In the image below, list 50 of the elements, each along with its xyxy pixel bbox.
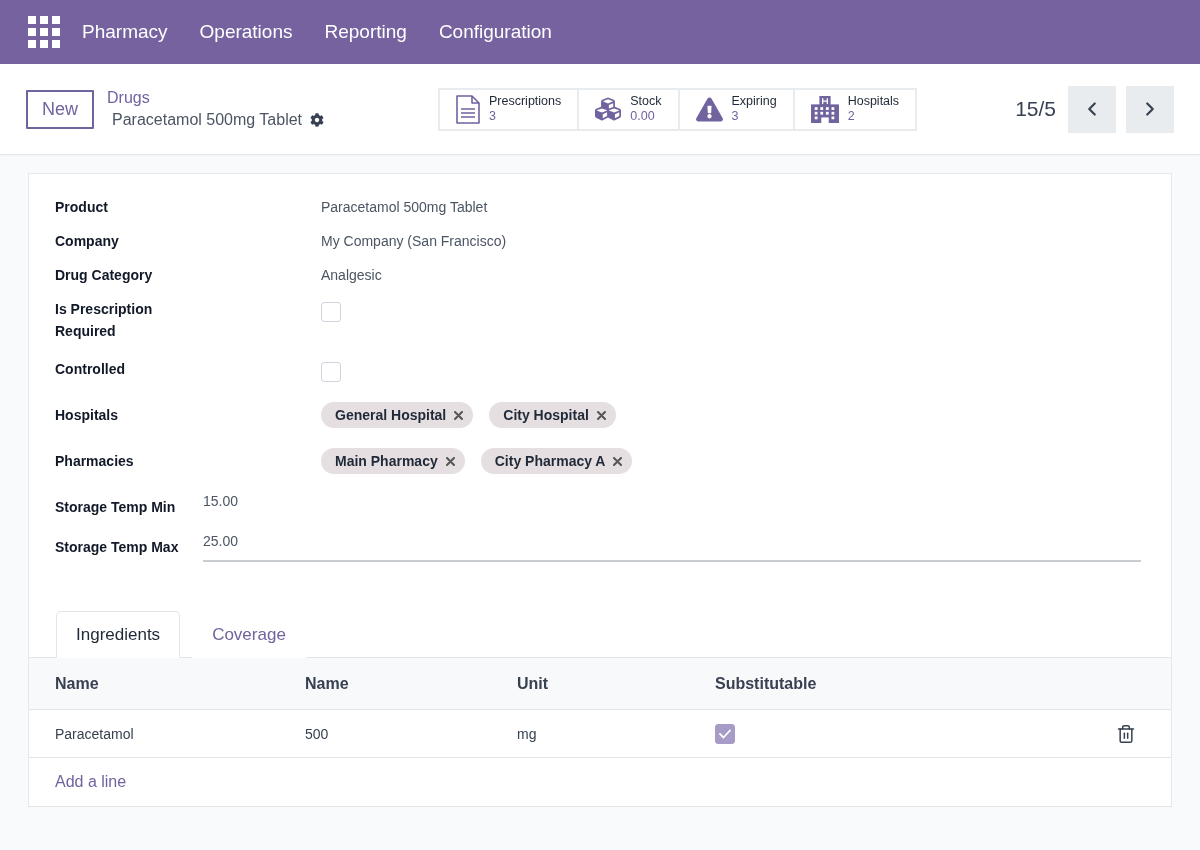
field-label: Product — [55, 198, 108, 217]
checkbox[interactable] — [715, 723, 735, 744]
settings-icon[interactable] — [310, 113, 325, 127]
field-label: Pharmacies — [55, 452, 134, 471]
building-icon — [810, 95, 839, 123]
apps-menu-icon[interactable] — [28, 16, 60, 48]
warning-icon — [695, 95, 723, 123]
tab[interactable]: Ingredients — [56, 611, 181, 658]
table-cell-text: mg — [516, 725, 538, 742]
input-field[interactable]: 25.00 — [203, 530, 1141, 562]
column-header: Substitutable — [714, 674, 818, 693]
checkbox[interactable] — [321, 302, 341, 322]
tag[interactable]: Main Pharmacy — [321, 448, 465, 474]
trash-icon[interactable] — [1116, 723, 1136, 744]
cubes-icon — [595, 96, 622, 122]
menu-item[interactable]: Reporting — [308, 12, 423, 52]
field-value: Analgesic — [321, 267, 382, 283]
column-header: Name — [54, 674, 100, 693]
document-icon — [456, 94, 480, 124]
field-value: Paracetamol 500mg Tablet — [321, 199, 488, 215]
table-cell-text: 500 — [304, 725, 330, 742]
table-cell-text: Paracetamol — [54, 725, 135, 742]
record-title: Paracetamol 500mg Tablet — [112, 110, 303, 130]
tag[interactable]: City Hospital — [489, 402, 616, 428]
field-label: Drug Category — [55, 266, 153, 285]
checkbox[interactable] — [321, 362, 341, 382]
remove-icon[interactable] — [596, 410, 606, 420]
column-header: Name — [304, 674, 350, 693]
menu-item[interactable]: Pharmacy — [66, 12, 184, 52]
input-field[interactable]: 15.00 — [203, 490, 1141, 522]
field-label: Company — [55, 232, 119, 251]
menu-item[interactable]: Configuration — [422, 12, 568, 52]
add-line-link[interactable]: Add a line — [55, 773, 127, 791]
remove-icon[interactable] — [445, 456, 455, 466]
remove-icon[interactable] — [613, 456, 623, 466]
field-label: Controlled — [55, 360, 125, 379]
pager-value: 15/5 — [1015, 97, 1056, 121]
check-icon — [719, 728, 731, 739]
field-label: Is Prescription Required — [55, 300, 154, 341]
field-label: Storage Temp Min — [55, 498, 176, 517]
tag[interactable]: City Pharmacy A — [480, 448, 633, 474]
tag[interactable]: General Hospital — [321, 402, 474, 428]
remove-icon[interactable] — [454, 410, 464, 420]
column-header: Unit — [516, 674, 550, 693]
field-value: My Company (San Francisco) — [321, 233, 507, 249]
menu-item[interactable]: Operations — [183, 12, 309, 52]
field-label: Storage Temp Max — [55, 538, 179, 557]
breadcrumb-link[interactable]: Drugs — [107, 88, 150, 108]
field-label: Hospitals — [55, 406, 118, 425]
new-button[interactable]: New — [26, 89, 94, 129]
